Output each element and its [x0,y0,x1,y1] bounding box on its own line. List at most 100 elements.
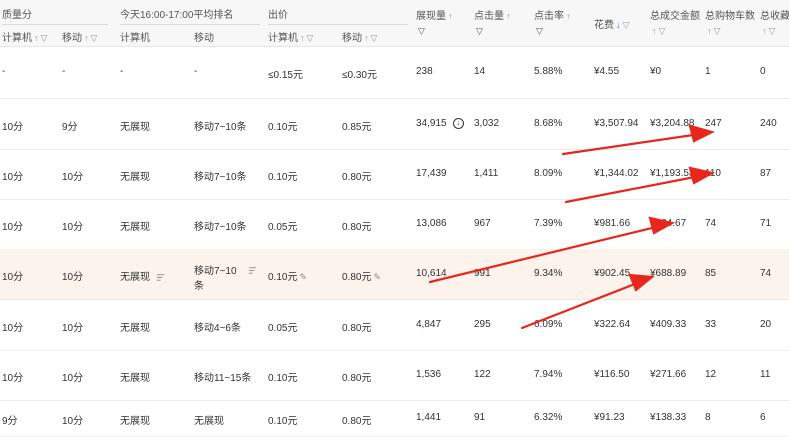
table-row[interactable]: 10分 10分 无展现 移动7~10 条 0.10元 ✎ 0.80元 ✎ 10,614 991 9.3… [0,249,789,300]
cell-bid-mobile[interactable]: ≤0.30元 [342,66,377,81]
cell-quality-mobile: 10分 [62,272,84,283]
cell-rank-mobile: 移动7~10条 [194,172,247,183]
cell-cost: ¥91.23 [594,412,625,423]
cell-rank-mobile: - [194,66,198,77]
cell-bid-computer[interactable]: ≤0.15元 [268,66,303,81]
cell-gmv: ¥138.33 [650,412,687,423]
cell-bid-mobile[interactable]: 0.80元 [342,319,371,334]
header-bid: 出价 [268,10,288,21]
bars-icon[interactable] [248,266,257,275]
cell-quality-mobile: 10分 [62,172,84,183]
cell-favorites: 71 [760,218,772,229]
group-divider [2,24,108,25]
cell-quality-computer: 10分 [2,373,24,384]
header-quality-computer[interactable]: 计算机 ↑ ▽ [2,29,47,44]
cell-clicks: 91 [474,412,486,423]
filter-icon[interactable]: ▽ [476,26,483,37]
header-quality-mobile[interactable]: 移动 ↑ ▽ [62,29,97,44]
table-row[interactable]: - - - - ≤0.15元 ≤0.30元 238 14 5.88% ¥4.55 ¥0 1 0 [0,46,789,99]
cell-ctr: 8.68% [534,118,563,129]
filter-icon[interactable]: ▽ [536,26,543,37]
cell-impressions: 4,847 [416,319,442,330]
cell-carts: 110 [705,168,721,179]
cell-bid-mobile[interactable]: 0.80元 [342,218,371,233]
cell-ctr: 8.09% [534,168,563,179]
cell-bid-mobile[interactable]: 0.80元 ✎ [342,268,381,283]
cell-ctr: 6.09% [534,319,563,330]
cell-carts: 85 [705,268,717,279]
filter-icon: ▽ [306,33,314,43]
sort-icon: ↑ [34,33,39,43]
cell-impressions: 238 [416,66,433,77]
cell-bid-computer[interactable]: 0.10元 [268,168,297,183]
cell-bid-mobile[interactable]: 0.80元 [342,168,371,183]
header-bid-mobile[interactable]: 移动 ↑ ▽ [342,29,377,44]
cell-rank-computer: 无展现 [120,323,150,334]
cell-rank-mobile: 移动7~10条 [194,122,247,133]
header-avg-rank: 今天16:00-17:00平均排名 [120,10,234,21]
cell-cost: ¥981.66 [594,218,631,229]
header-bid-computer[interactable]: 计算机 ↑ ▽ [268,29,313,44]
sort-icon: ↑ [364,33,369,43]
cell-favorites: 74 [760,268,772,279]
cell-quality-mobile: 10分 [62,373,84,384]
cell-bid-computer[interactable]: 0.10元 [268,412,297,427]
cell-bid-computer[interactable]: 0.05元 [268,218,297,233]
cell-gmv: ¥3,204.88 [650,118,695,129]
filter-icon: ▽ [370,33,378,43]
sort-icon: ↑ [652,26,657,36]
cell-rank-computer: 无展现 [120,172,150,183]
cell-bid-mobile[interactable]: 0.85元 [342,118,371,133]
bars-icon[interactable] [156,273,165,282]
filter-icon[interactable]: ▽ [418,26,425,37]
header-favorites-controls[interactable]: ↑ ▽ [760,26,775,37]
edit-pencil-icon[interactable]: ✎ [373,272,381,282]
cell-gmv: ¥1,193.53 [650,168,695,179]
cell-carts: 74 [705,218,717,229]
header-cost[interactable]: 花费 ↓ ▽ [594,16,629,31]
header-carts: 总购物车数 [705,11,755,22]
header-carts-controls[interactable]: ↑ ▽ [705,26,720,37]
cell-rank-computer: - [120,66,124,77]
cell-bid-computer[interactable]: 0.05元 [268,319,297,334]
cell-quality-computer: 10分 [2,222,24,233]
header-impressions[interactable]: 展现量 ↑ [416,7,453,22]
cell-quality-mobile: 9分 [62,122,78,133]
sort-icon: ↑ [300,33,305,43]
cell-impressions: 1,536 [416,369,442,380]
table-row[interactable]: 10分 10分 无展现 移动7~10条 0.05元 0.80元 13,086 967 7.39%… [0,199,789,250]
sort-icon: ↑ [448,11,453,21]
download-icon[interactable]: ↓ [452,118,464,129]
filter-icon: ▽ [658,26,666,36]
cell-gmv: ¥688.89 [650,268,687,279]
header-ctr[interactable]: 点击率 ↑ [534,7,571,22]
filter-icon: ▽ [713,26,721,36]
cell-bid-mobile[interactable]: 0.80元 [342,369,371,384]
cell-rank-mobile: 移动4~6条 [194,323,241,334]
cell-quality-computer: 10分 [2,272,24,283]
sort-icon: ↑ [762,26,767,36]
edit-pencil-icon[interactable]: ✎ [299,272,307,282]
cell-bid-computer[interactable]: 0.10元 ✎ [268,268,307,283]
table-row[interactable]: 10分 10分 无展现 移动7~10条 0.10元 0.80元 17,439 1,411 8.0… [0,149,789,200]
cell-favorites: 0 [760,66,766,77]
cell-bid-computer[interactable]: 0.10元 [268,369,297,384]
header-clicks[interactable]: 点击量 ↑ [474,7,511,22]
header-gmv-controls[interactable]: ↑ ▽ [650,26,665,37]
sort-desc-icon: ↓ [616,20,621,30]
table-row[interactable]: 10分 9分 无展现 移动7~10条 0.10元 0.85元 34,915 ↓ 3,032 8.6… [0,98,789,150]
table-row[interactable]: 10分 10分 无展现 移动4~6条 0.05元 0.80元 4,847 295 6.09% ¥3… [0,299,789,351]
cell-rank-computer: 无展现 [120,268,165,283]
cell-ctr: 9.34% [534,268,563,279]
table-row[interactable]: 9分 10分 无展现 无展现 0.10元 0.80元 1,441 91 6.32% ¥91.23 ¥… [0,400,789,437]
table-row[interactable]: 10分 10分 无展现 移动11~15条 0.10元 0.80元 1,536 122 7.94%… [0,350,789,401]
cell-bid-computer[interactable]: 0.10元 [268,118,297,133]
cell-favorites: 87 [760,168,772,179]
cell-favorites: 6 [760,412,766,423]
cell-quality-computer: 10分 [2,172,24,183]
cell-rank-computer: 无展现 [120,416,150,427]
cell-impressions: 17,439 [416,168,447,179]
cell-ctr: 5.88% [534,66,563,77]
cell-bid-mobile[interactable]: 0.80元 [342,412,371,427]
cell-gmv: ¥564.67 [650,218,687,229]
